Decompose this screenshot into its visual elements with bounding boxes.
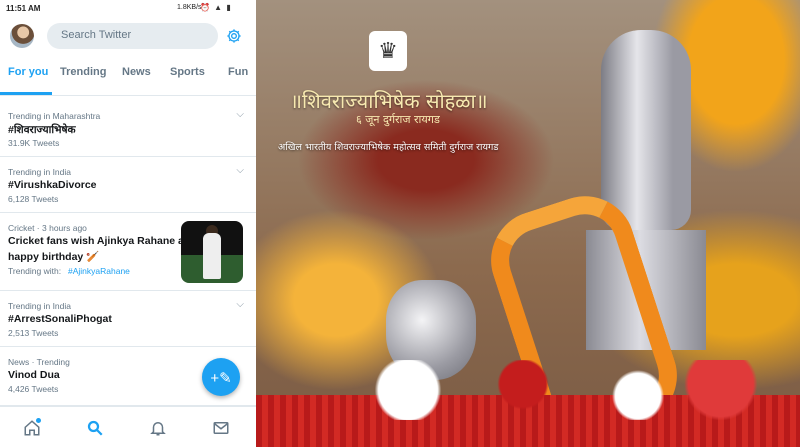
bell-icon[interactable]: [149, 419, 167, 437]
search-icon[interactable]: [86, 419, 104, 437]
trending-with-hashtag[interactable]: #AjinkyaRahane: [68, 266, 130, 276]
trend-item[interactable]: Trending in Maharashtra ⌵ #शिवराज्याभिषे…: [0, 101, 256, 157]
twitter-app: 11:51 AM 1.8KB/s ⏰ ▲ ▮ For you Trending …: [0, 0, 256, 447]
trend-item[interactable]: Trending in India ⌵ #ArrestSonaliPhogat …: [0, 291, 256, 347]
trend-meta: Trending in India: [8, 167, 72, 177]
trend-item[interactable]: Trending in India ⌵ #VirushkaDivorce 6,1…: [0, 157, 256, 213]
compose-icon: +✎: [210, 370, 232, 387]
news-thumbnail[interactable]: [181, 221, 243, 283]
emblem-logo: ♛: [369, 31, 407, 71]
shivrajyabhishek-banner-image: ♛ ॥शिवराज्याभिषेक सोहळा॥ ६ जून दुर्गराज …: [256, 0, 800, 447]
banner-subtitle: ६ जून दुर्गराज रायगड: [356, 113, 440, 126]
news-trend-item[interactable]: Cricket · 3 hours ago Cricket fans wish …: [0, 213, 256, 291]
bottom-navigation: [0, 406, 256, 447]
trend-headline-line2: happy birthday 🏏: [8, 251, 100, 263]
search-box[interactable]: [47, 23, 218, 49]
chevron-down-icon[interactable]: ⌵: [236, 109, 244, 120]
avatar[interactable]: [10, 24, 34, 48]
trend-count: 4,426 Tweets: [8, 384, 59, 394]
status-icons: ⏰ ▲ ▮: [200, 3, 232, 12]
trend-name: #शिवराज्याभिषेक: [8, 124, 76, 136]
chevron-down-icon[interactable]: ⌵: [236, 299, 244, 310]
trending-with-label: Trending with:: [8, 266, 62, 276]
status-time: 11:51 AM: [6, 4, 41, 13]
new-content-dot: [36, 418, 41, 423]
status-bar: 11:51 AM 1.8KB/s ⏰ ▲ ▮: [0, 0, 256, 16]
trend-count: 6,128 Tweets: [8, 194, 59, 204]
tab-trending[interactable]: Trending: [60, 66, 106, 78]
trend-meta: Trending in Maharashtra: [8, 111, 101, 121]
trend-name: #ArrestSonaliPhogat: [8, 313, 112, 325]
banner-organization: अखिल भारतीय शिवराज्याभिषेक महोत्सव समिती…: [278, 142, 499, 153]
trend-meta: Cricket · 3 hours ago: [8, 223, 87, 233]
player-figure: [203, 233, 221, 279]
active-tab-indicator: [0, 92, 52, 95]
trend-count: 2,513 Tweets: [8, 328, 59, 338]
tab-sports[interactable]: Sports: [170, 66, 205, 78]
flower-petals: [316, 360, 776, 420]
trend-meta: News · Trending: [8, 357, 70, 367]
banner-title: ॥शिवराज्याभिषेक सोहळा॥: [290, 89, 488, 113]
trend-name: #VirushkaDivorce: [8, 179, 97, 191]
compose-tweet-button[interactable]: +✎: [202, 358, 240, 396]
tab-fun[interactable]: Fun: [228, 66, 248, 78]
gear-icon[interactable]: [226, 28, 242, 44]
tab-for-you[interactable]: For you: [8, 66, 48, 78]
tab-news[interactable]: News: [122, 66, 151, 78]
status-network-speed: 1.8KB/s: [177, 4, 202, 11]
header: [0, 16, 256, 56]
mail-icon[interactable]: [212, 419, 230, 437]
search-input[interactable]: [59, 28, 213, 42]
statue-bust: [601, 30, 691, 230]
trend-count: 31.9K Tweets: [8, 138, 60, 148]
chevron-down-icon[interactable]: ⌵: [236, 165, 244, 176]
trend-headline-line1: Cricket fans wish Ajinkya Rahane a: [8, 235, 184, 247]
trend-meta: Trending in India: [8, 301, 72, 311]
trend-name: Vinod Dua: [8, 369, 60, 381]
explore-tabs: For you Trending News Sports Fun: [0, 60, 256, 96]
